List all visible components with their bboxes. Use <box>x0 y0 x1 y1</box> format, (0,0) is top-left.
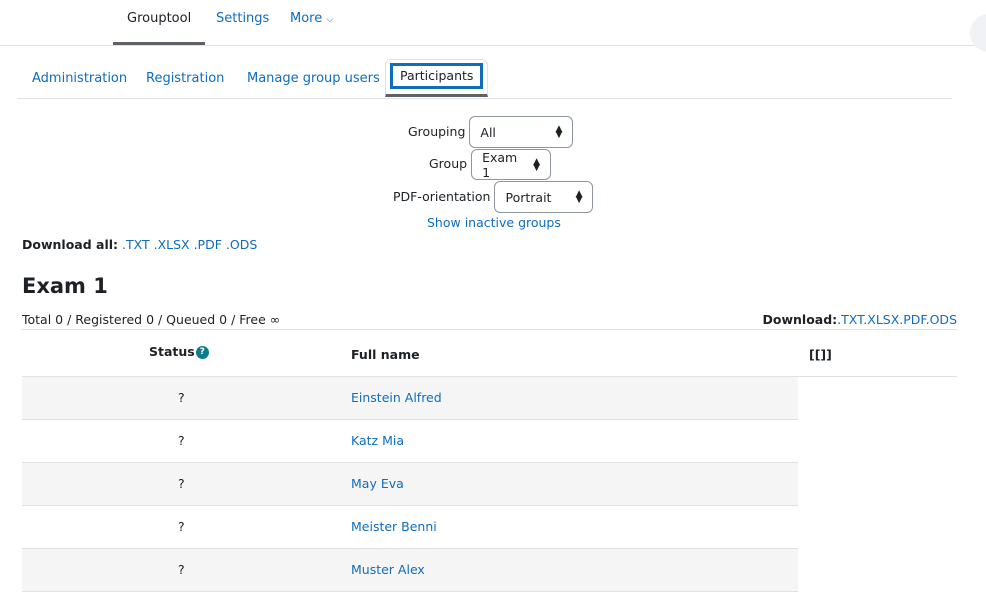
group-title: Exam 1 <box>22 274 108 298</box>
grouping-label: Grouping <box>408 123 466 139</box>
status-cell: ? <box>178 476 185 491</box>
status-cell: ? <box>178 562 185 577</box>
tab-registration[interactable]: Registration <box>131 62 239 98</box>
nav-settings[interactable]: Settings <box>202 0 283 45</box>
help-icon[interactable]: ? <box>195 346 209 359</box>
secondary-navigation: Grouptool Settings More ⌵ <box>0 0 986 46</box>
participant-name-link[interactable]: May Eva <box>351 476 404 491</box>
group-download-ods-link[interactable]: .ODS <box>926 312 957 327</box>
group-download-txt-link[interactable]: .TXT <box>837 312 863 327</box>
group-select[interactable]: Exam 1 ▲ ▼ <box>471 149 552 180</box>
header-extra: [[]] <box>809 347 832 362</box>
grouping-value: All <box>480 124 496 140</box>
nav-more-label: More <box>290 11 323 26</box>
table-row: ? May Eva <box>22 463 798 506</box>
status-cell: ? <box>178 519 185 534</box>
chevron-down-icon: ⌵ <box>326 15 334 25</box>
tab-administration[interactable]: Administration <box>17 62 142 98</box>
participants-table: Status? Full name [[]] ? Einstein Alfred… <box>22 329 957 592</box>
tab-participants-label: Participants <box>390 63 484 89</box>
header-status-label: Status <box>149 344 195 359</box>
download-all-txt-link[interactable]: .TXT <box>122 237 150 252</box>
participant-name-link[interactable]: Meister Benni <box>351 519 437 534</box>
status-cell: ? <box>178 433 185 448</box>
download-all-xlsx-link[interactable]: .XLSX <box>150 237 190 252</box>
table-header: Status? Full name [[]] <box>22 329 957 377</box>
group-download-xlsx-link[interactable]: .XLSX <box>863 312 899 327</box>
grouping-row: Grouping All ▲ ▼ <box>408 116 574 148</box>
ods-text: .ODS <box>225 237 258 252</box>
nav-settings-label: Settings <box>216 11 270 26</box>
tab-participants[interactable]: Participants <box>385 59 489 97</box>
header-status[interactable]: Status? <box>149 344 209 359</box>
group-download: Download:.TXT.XLSX.PDF.ODS <box>763 312 957 327</box>
pdf-orientation-label: PDF-orientation <box>393 188 491 204</box>
tab-manage-group-users[interactable]: Manage group users <box>232 62 395 98</box>
select-arrows-icon: ▲ ▼ <box>533 156 541 173</box>
group-label: Group <box>429 156 468 171</box>
download-all-pdf-link[interactable]: .PDF <box>190 237 222 252</box>
xlsx-text: .XLSX <box>153 237 190 252</box>
select-arrows-icon: ▲ ▼ <box>575 189 583 205</box>
show-inactive-groups-link[interactable]: Show inactive groups <box>427 215 561 230</box>
pdf-text: .PDF <box>193 237 222 252</box>
download-all: Download all: .TXT .XLSX .PDF .ODS <box>22 237 257 252</box>
table-row: ? Einstein Alfred <box>22 377 798 420</box>
download-all-ods-link[interactable]: .ODS <box>222 237 257 252</box>
nav-more[interactable]: More ⌵ <box>276 0 347 45</box>
group-download-pdf-link[interactable]: .PDF <box>899 312 925 327</box>
group-row: Group Exam 1 ▲ ▼ <box>429 149 552 180</box>
participant-name-link[interactable]: Muster Alex <box>351 562 425 577</box>
group-download-label: Download: <box>762 312 838 327</box>
tab-manage-group-users-label: Manage group users <box>247 71 380 86</box>
status-cell: ? <box>178 390 185 405</box>
group-totals: Total 0 / Registered 0 / Queued 0 / Free… <box>22 312 281 327</box>
pdf-orientation-row: PDF-orientation Portrait ▲ ▼ <box>393 181 594 213</box>
table-row: ? Muster Alex <box>22 549 798 592</box>
pdf-orientation-select[interactable]: Portrait ▲ ▼ <box>494 181 594 213</box>
select-arrows-icon: ▲ ▼ <box>555 124 563 140</box>
participant-name-link[interactable]: Katz Mia <box>351 433 404 448</box>
table-row: ? Katz Mia <box>22 420 798 463</box>
table-row: ? Meister Benni <box>22 506 798 549</box>
group-value: Exam 1 <box>482 149 518 180</box>
pdf-orientation-value: Portrait <box>505 189 552 205</box>
tab-bar: Administration Registration Manage group… <box>17 59 952 99</box>
tab-administration-label: Administration <box>32 71 128 86</box>
nav-grouptool-label: Grouptool <box>127 11 192 26</box>
nav-grouptool[interactable]: Grouptool <box>113 0 206 45</box>
tab-registration-label: Registration <box>146 71 225 86</box>
grouping-select[interactable]: All ▲ ▼ <box>469 116 574 148</box>
participant-name-link[interactable]: Einstein Alfred <box>351 390 442 405</box>
download-all-label: Download all: <box>22 237 119 252</box>
header-full-name[interactable]: Full name <box>351 347 420 362</box>
